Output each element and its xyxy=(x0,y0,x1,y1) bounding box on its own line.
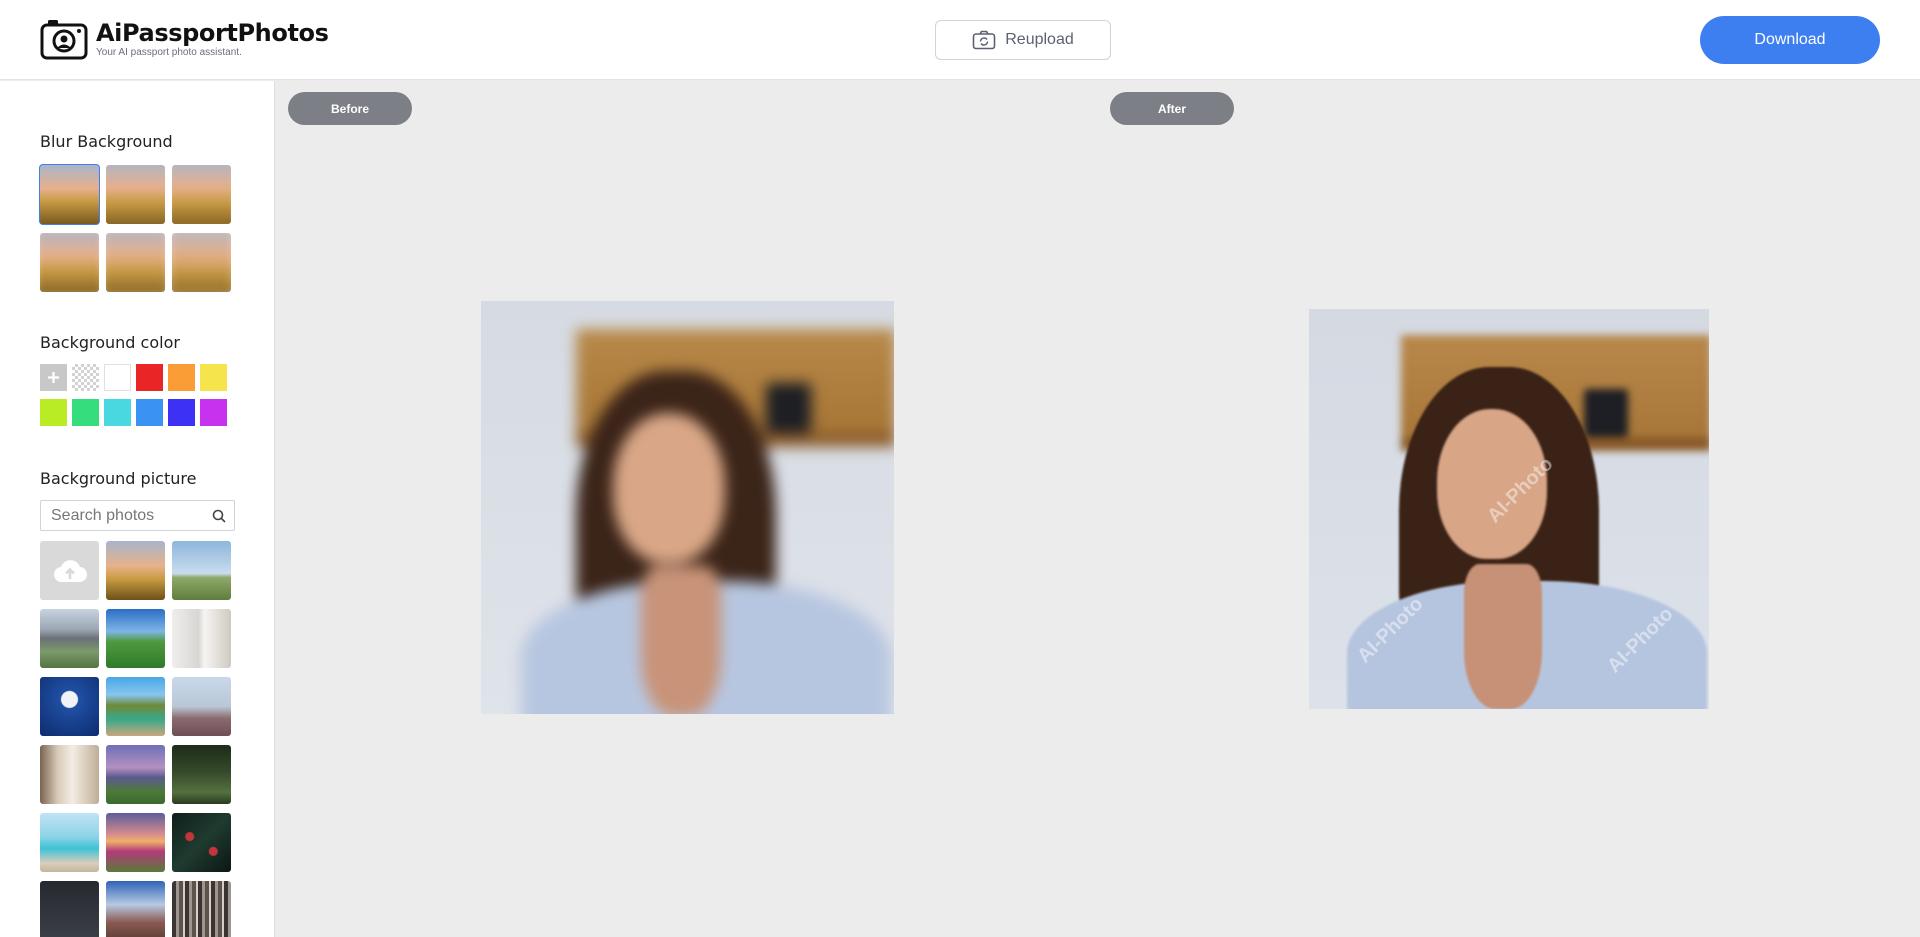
blur-option-5[interactable] xyxy=(106,233,165,292)
camera-logo-icon xyxy=(40,20,88,60)
background-picture-6[interactable] xyxy=(40,677,99,736)
background-picture-3[interactable] xyxy=(40,609,99,668)
background-picture-7[interactable] xyxy=(106,677,165,736)
brand-name: AiPassportPhotos xyxy=(96,19,329,47)
background-color-title: Background color xyxy=(40,333,180,352)
color-swatch-blue[interactable] xyxy=(136,399,163,426)
sidebar: Blur Background Background color Backgro… xyxy=(0,81,275,937)
before-photo xyxy=(481,301,894,714)
background-picture-11[interactable] xyxy=(172,745,231,804)
background-picture-8[interactable] xyxy=(172,677,231,736)
background-picture-13[interactable] xyxy=(106,813,165,872)
after-label: After xyxy=(1110,92,1234,125)
color-swatch-orange[interactable] xyxy=(168,364,195,391)
color-swatch-indigo[interactable] xyxy=(168,399,195,426)
before-label: Before xyxy=(288,92,412,125)
color-swatch-purple[interactable] xyxy=(200,399,227,426)
reupload-label: Reupload xyxy=(1005,31,1074,48)
blur-option-2[interactable] xyxy=(106,165,165,224)
upload-picture-button[interactable] xyxy=(40,541,99,600)
background-picture-4[interactable] xyxy=(106,609,165,668)
plus-icon xyxy=(48,372,59,383)
blur-option-4[interactable] xyxy=(40,233,99,292)
top-bar: AiPassportPhotos Your AI passport photo … xyxy=(0,0,1920,80)
background-picture-9[interactable] xyxy=(40,745,99,804)
reupload-button[interactable]: Reupload xyxy=(935,20,1111,60)
background-picture-17[interactable] xyxy=(172,881,231,937)
color-swatch-yellow[interactable] xyxy=(200,364,227,391)
background-picture-2[interactable] xyxy=(172,541,231,600)
search-icon[interactable] xyxy=(212,509,226,523)
color-swatch-red[interactable] xyxy=(136,364,163,391)
color-swatch-cyan[interactable] xyxy=(104,399,131,426)
blur-background-title: Blur Background xyxy=(40,132,173,151)
cloud-upload-icon xyxy=(53,559,87,582)
background-picture-10[interactable] xyxy=(106,745,165,804)
background-picture-1[interactable] xyxy=(106,541,165,600)
blur-option-3[interactable] xyxy=(172,165,231,224)
color-swatch-white[interactable] xyxy=(104,364,131,391)
camera-rotate-icon xyxy=(972,30,996,50)
color-swatch-lime[interactable] xyxy=(40,399,67,426)
background-picture-title: Background picture xyxy=(40,469,197,488)
transparent-swatch[interactable] xyxy=(72,364,99,391)
brand-tagline: Your AI passport photo assistant. xyxy=(96,47,242,58)
background-picture-12[interactable] xyxy=(40,813,99,872)
color-swatch-green[interactable] xyxy=(72,399,99,426)
search-input[interactable] xyxy=(41,501,201,530)
background-picture-16[interactable] xyxy=(106,881,165,937)
custom-color-button[interactable] xyxy=(40,364,67,391)
preview-area: Before After AI-Photo AI-Photo AI-Photo xyxy=(276,81,1920,937)
download-button[interactable]: Download xyxy=(1700,16,1880,64)
logo[interactable]: AiPassportPhotos Your AI passport photo … xyxy=(40,18,329,60)
background-picture-5[interactable] xyxy=(172,609,231,668)
blur-option-1[interactable] xyxy=(39,164,100,225)
background-picture-15[interactable] xyxy=(40,881,99,937)
blur-option-6[interactable] xyxy=(172,233,231,292)
photo-search-box xyxy=(40,500,235,531)
background-picture-14[interactable] xyxy=(172,813,231,872)
after-photo: AI-Photo AI-Photo AI-Photo xyxy=(1309,309,1709,709)
